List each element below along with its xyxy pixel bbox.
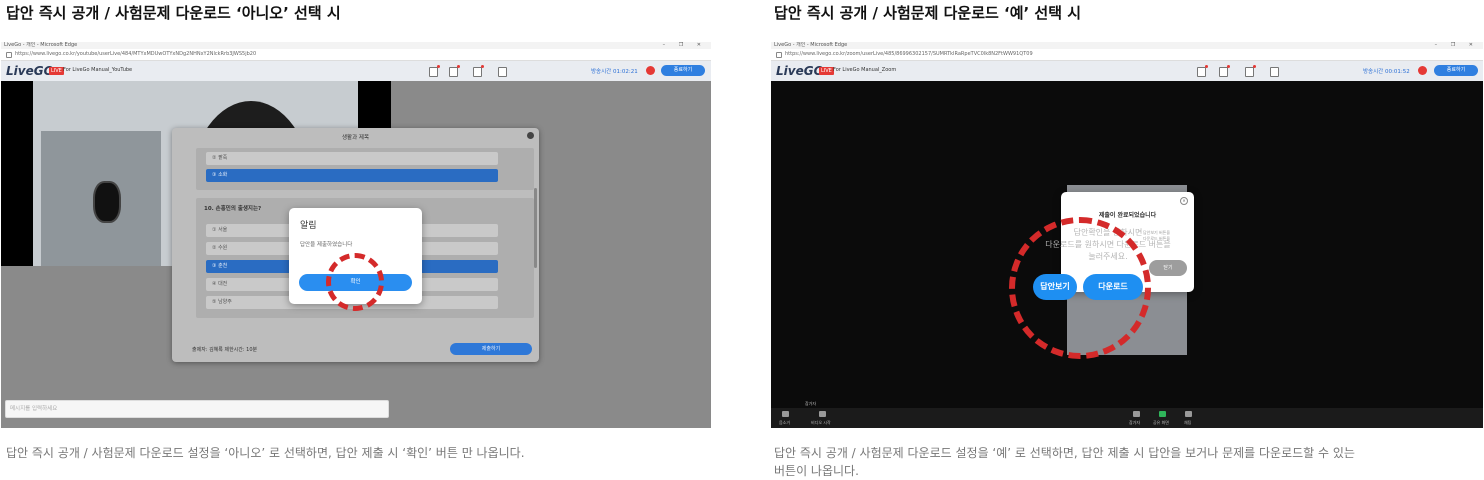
window-controls[interactable]: – ❐ ✕ (1435, 42, 1479, 49)
submit-answer-button[interactable]: 제출하기 (450, 343, 532, 355)
check-tool-icon[interactable] (449, 65, 460, 77)
quiz-meta: 출제자: 김혜록 제한시간: 10분 (192, 347, 258, 353)
chat-icon[interactable] (1185, 411, 1192, 417)
left-heading: 답안 즉시 공개 / 사험문제 다운로드 ‘아니오’ 선택 시 (6, 4, 341, 22)
quiz-tool-icon[interactable] (429, 65, 440, 77)
alert-message: 답안을 제출하였습니다 (300, 242, 353, 248)
video-label: 비디오 시작 (811, 420, 831, 425)
quiz-panel-title: 생활과 제목 (341, 135, 370, 141)
chat-label: 채팅 (1184, 420, 1192, 425)
previous-question-card: ② 팥죽 ③ 소화 (196, 148, 534, 190)
left-screenshot: LiveGo - 개인 - Microsoft Edge – ❐ ✕ https… (1, 42, 711, 428)
live-badge: LIVE (49, 67, 64, 75)
address-bar[interactable]: https://www.livego.co.kr/youtube/userLiv… (1, 49, 711, 61)
alert-title: 알림 (300, 221, 317, 231)
record-icon[interactable] (1418, 66, 1427, 75)
end-broadcast-button[interactable]: 종료하기 (661, 65, 705, 76)
end-broadcast-button[interactable]: 종료하기 (1434, 65, 1478, 76)
zoom-caption: 참가자 (805, 401, 817, 406)
window-titlebar: LiveGo - 개인 - Microsoft Edge – ❐ ✕ (1, 42, 711, 49)
hanging-mask (93, 181, 121, 223)
close-icon[interactable]: ✕ (1180, 197, 1188, 205)
course-name: For LiveGo Manual_YouTube (63, 67, 133, 73)
video-icon[interactable] (819, 411, 826, 417)
broadcast-timer: 방송시간 01:02:21 (591, 69, 638, 75)
mute-label: 음소거 (779, 420, 791, 425)
live-badge: LIVE (819, 67, 834, 75)
app-header: LiveGO LIVE For LiveGo Manual_YouTube 방송… (1, 61, 711, 81)
course-name: For LiveGo Manual_Zoom (833, 67, 897, 73)
left-description: 답안 즉시 공개 / 사험문제 다운로드 설정을 ‘아니오’ 로 선택하면, 답… (6, 446, 525, 460)
right-screenshot: LiveGo - 개인 - Microsoft Edge – ❐ ✕ https… (771, 42, 1483, 428)
mute-icon[interactable] (782, 411, 789, 417)
highlight-ring (326, 253, 384, 311)
right-description-line1: 답안 즉시 공개 / 사험문제 다운로드 설정을 ‘예’ 로 선택하면, 답안 … (774, 446, 1355, 460)
share-screen-icon[interactable] (1159, 411, 1166, 417)
check-tool-icon[interactable] (1219, 65, 1230, 77)
url-text[interactable]: https://www.livego.co.kr/zoom/userLive/4… (785, 49, 1033, 60)
right-heading: 답안 즉시 공개 / 사험문제 다운로드 ‘예’ 선택 시 (774, 4, 1082, 22)
window-controls[interactable]: – ❐ ✕ (663, 42, 707, 49)
lock-icon (776, 52, 782, 58)
prev-option[interactable]: ② 팥죽 (206, 152, 498, 165)
lock-icon (6, 52, 12, 58)
window-title: LiveGo - 개인 - Microsoft Edge (774, 42, 848, 48)
window-title: LiveGo - 개인 - Microsoft Edge (4, 42, 78, 48)
screen-tool-icon[interactable] (1245, 65, 1256, 77)
window-titlebar: LiveGo - 개인 - Microsoft Edge – ❐ ✕ (771, 42, 1483, 49)
participants-label: 참가자 (1129, 420, 1141, 425)
participants-icon[interactable] (1133, 411, 1140, 417)
right-description: 답안 즉시 공개 / 사험문제 다운로드 설정을 ‘예’ 로 선택하면, 답안 … (774, 444, 1474, 480)
scrollbar[interactable] (534, 188, 537, 268)
broadcast-timer: 방송시간 00:01:52 (1363, 69, 1410, 75)
quiz-tool-icon[interactable] (1197, 65, 1208, 77)
doc-tool-icon[interactable] (1270, 67, 1279, 77)
app-header: LiveGO LIVE For LiveGo Manual_Zoom 방송시간 … (771, 61, 1483, 81)
close-icon[interactable] (527, 132, 534, 139)
share-screen-label: 공유 화면 (1153, 420, 1169, 425)
prev-option-selected[interactable]: ③ 소화 (206, 169, 498, 182)
screen-tool-icon[interactable] (473, 65, 484, 77)
livego-logo[interactable]: LiveGO (6, 64, 54, 78)
livego-logo[interactable]: LiveGO (776, 64, 824, 78)
zoom-control-bar: 참가자 음소거 비디오 시작 참가자 공유 화면 채팅 (771, 401, 1483, 428)
url-text[interactable]: https://www.livego.co.kr/youtube/userLiv… (15, 49, 256, 60)
address-bar[interactable]: https://www.livego.co.kr/zoom/userLive/4… (771, 49, 1483, 61)
doc-tool-icon[interactable] (498, 67, 507, 77)
question-title: 10. 손흥민의 출생지는? (204, 206, 262, 212)
record-icon[interactable] (646, 66, 655, 75)
right-description-line2: 버튼이 나옵니다. (774, 464, 859, 478)
highlight-ring (1009, 217, 1151, 359)
chat-input[interactable]: 메시지를 입력하세요 (5, 400, 389, 418)
